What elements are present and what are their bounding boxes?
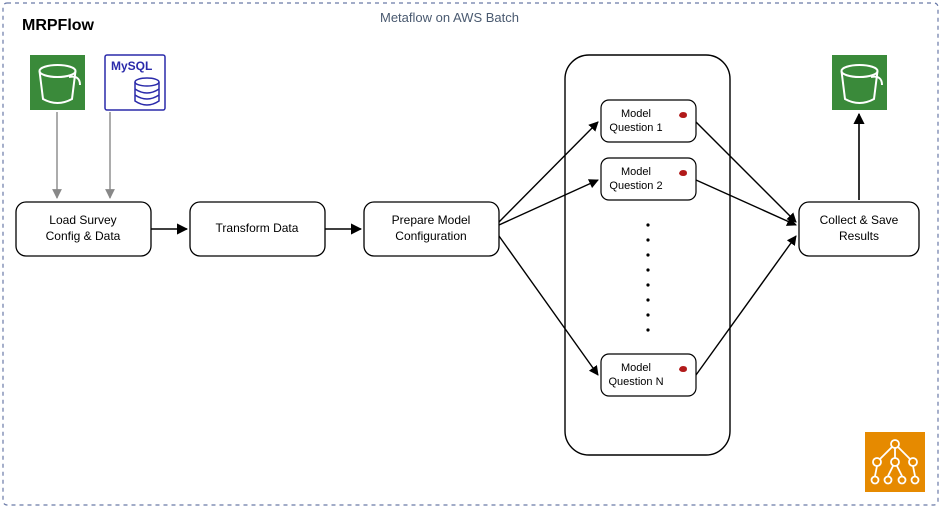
node-prepare-line2: Configuration: [395, 229, 466, 243]
node-load-line2: Config & Data: [46, 229, 121, 243]
aws-batch-icon: [865, 432, 925, 492]
node-collect-line1: Collect & Save: [820, 213, 899, 227]
node-modelN-line2: Question N: [608, 376, 663, 388]
arrow-model1-to-collect: [696, 122, 796, 222]
node-load-line1: Load Survey: [49, 213, 116, 227]
diagram-title: MRPFlow: [22, 17, 95, 34]
diagram-subtitle: Metaflow on AWS Batch: [380, 10, 519, 25]
s3-source-icon: [30, 55, 85, 110]
node-transform: Transform Data: [190, 202, 325, 256]
node-model1-line1: Model: [621, 108, 651, 120]
stan-icon: [676, 107, 690, 121]
node-collect-line2: Results: [839, 229, 879, 243]
node-prepare-line1: Prepare Model: [392, 213, 471, 227]
mysql-label: MySQL: [111, 59, 152, 73]
stan-icon: [676, 165, 690, 179]
arrow-prepare-to-model1: [499, 122, 598, 222]
node-load: Load Survey Config & Data: [16, 202, 151, 256]
arrow-prepare-to-model2: [499, 180, 598, 225]
node-modelN: Model Question N: [601, 354, 696, 396]
ellipsis-icon: [646, 223, 649, 331]
node-modelN-line1: Model: [621, 362, 651, 374]
arrow-model2-to-collect: [696, 180, 796, 225]
mysql-source-icon: MySQL: [105, 55, 165, 110]
node-model2-line2: Question 2: [609, 180, 662, 192]
diagram-canvas: MRPFlow Metaflow on AWS Batch MySQL Load…: [0, 0, 941, 510]
node-model1-line2: Question 1: [609, 122, 662, 134]
arrow-modelN-to-collect: [696, 236, 796, 375]
s3-output-icon: [832, 55, 887, 110]
stan-icon: [676, 361, 690, 375]
node-model1: Model Question 1: [601, 100, 696, 142]
node-collect: Collect & Save Results: [799, 202, 919, 256]
node-prepare: Prepare Model Configuration: [364, 202, 499, 256]
arrow-prepare-to-modelN: [499, 236, 598, 375]
node-model2-line1: Model: [621, 166, 651, 178]
node-model2: Model Question 2: [601, 158, 696, 200]
node-transform-line1: Transform Data: [216, 221, 299, 235]
